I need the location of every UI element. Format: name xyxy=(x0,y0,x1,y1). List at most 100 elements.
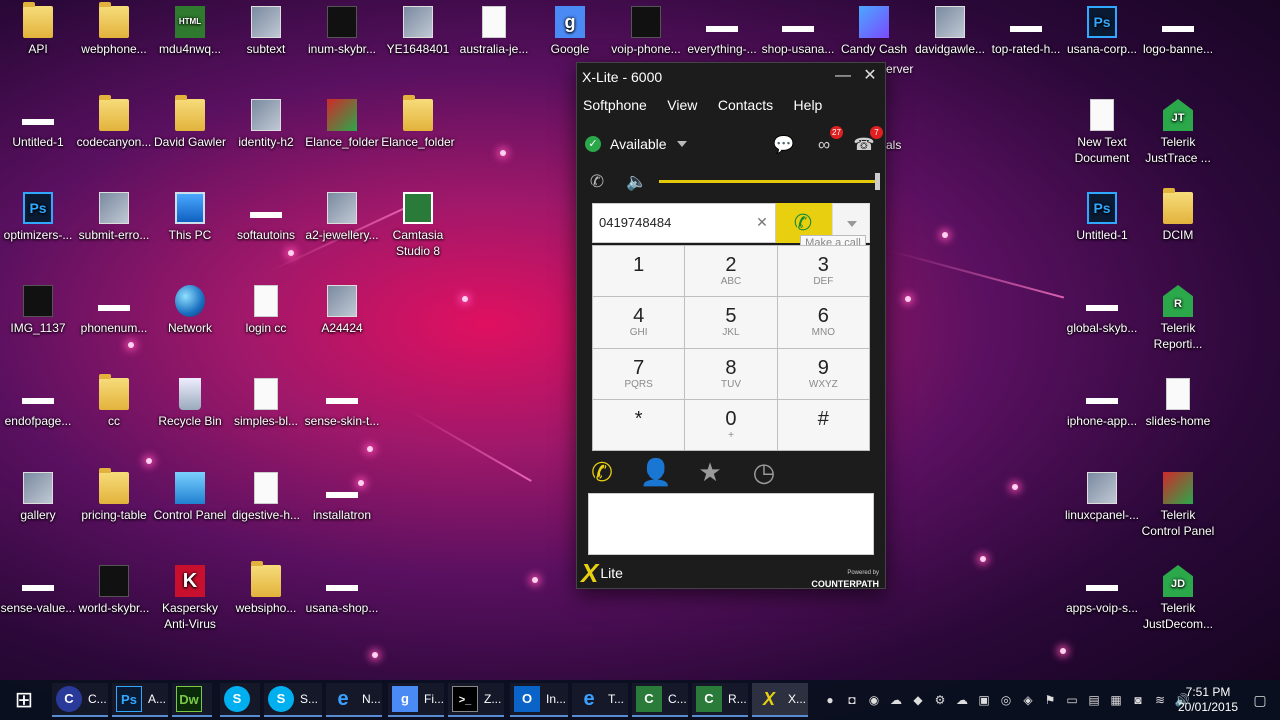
desktop-icon[interactable]: HTML mdu4nwq... xyxy=(152,6,228,57)
taskbar-item[interactable]: >_ Z... xyxy=(448,683,504,717)
desktop-icon[interactable]: logo-banne... xyxy=(1140,6,1216,57)
desktop-icon[interactable]: webphone... xyxy=(76,2,152,57)
presence-selector[interactable]: ✓ Available xyxy=(585,133,687,155)
desktop-icon[interactable]: linuxcpanel-... xyxy=(1064,472,1140,523)
taskbar-item[interactable]: e N... xyxy=(326,683,382,717)
minimize-button[interactable]: — xyxy=(830,65,856,87)
speaker-icon[interactable]: 🔈 xyxy=(625,171,649,193)
desktop-icon[interactable]: New Text Document xyxy=(1064,99,1140,166)
tray-icon[interactable]: ◎ xyxy=(998,692,1014,708)
dialpad-key-hash[interactable]: # xyxy=(777,399,869,450)
wifi-icon[interactable]: ≋ xyxy=(1152,692,1168,708)
tray-icon[interactable]: ⚙ xyxy=(932,692,948,708)
desktop-icon[interactable]: Ps usana-corp... xyxy=(1064,6,1140,57)
tab-history[interactable]: ◷ xyxy=(747,455,781,489)
desktop-icon[interactable]: websipho... xyxy=(228,561,304,616)
start-button[interactable]: ⊞ xyxy=(4,684,44,716)
desktop-icon[interactable]: sense-skin-t... xyxy=(304,378,380,429)
desktop-icon[interactable]: gallery xyxy=(0,472,76,523)
dialpad-key-7[interactable]: 7 PQRS xyxy=(593,348,685,399)
menu-help[interactable]: Help xyxy=(794,97,823,113)
system-clock[interactable]: 7:51 PM 20/01/2015 xyxy=(1178,685,1238,715)
menu-contacts[interactable]: Contacts xyxy=(718,97,773,113)
tray-icon[interactable]: ● xyxy=(822,692,838,708)
desktop-icon[interactable]: Telerik Control Panel xyxy=(1140,472,1216,539)
taskbar-item[interactable]: Ps A... xyxy=(112,683,168,717)
desktop-icon[interactable]: JD Telerik JustDecom... xyxy=(1140,565,1216,632)
tray-icon[interactable]: ☁ xyxy=(888,692,904,708)
desktop-icon[interactable]: cc xyxy=(76,374,152,429)
taskbar-item[interactable]: C C... xyxy=(52,683,108,717)
dialpad-key-8[interactable]: 8 TUV xyxy=(685,348,777,399)
desktop-icon[interactable]: IMG_1137 xyxy=(0,285,76,336)
dialpad-key-1[interactable]: 1 xyxy=(593,246,685,297)
dial-number-input[interactable] xyxy=(592,203,776,243)
desktop-icon[interactable]: a2-jewellery... xyxy=(304,192,380,243)
desktop-icon[interactable]: davidgawle... xyxy=(912,6,988,57)
dialpad-key-2[interactable]: 2 ABC xyxy=(685,246,777,297)
desktop-icon[interactable]: Untitled-1 xyxy=(0,99,76,150)
dialpad-key-9[interactable]: 9 WXYZ xyxy=(777,348,869,399)
menu-softphone[interactable]: Softphone xyxy=(583,97,647,113)
desktop-icon[interactable]: pricing-table xyxy=(76,468,152,523)
taskbar-item[interactable]: S xyxy=(220,683,260,717)
window-titlebar[interactable]: X-Lite - 6000 — ✕ xyxy=(577,63,885,91)
notifications-icon[interactable]: ▢ xyxy=(1248,688,1272,712)
taskbar-item[interactable]: Dw xyxy=(172,683,212,717)
taskbar-item[interactable]: C R... xyxy=(692,683,748,717)
dialpad-key-5[interactable]: 5 JKL xyxy=(685,297,777,348)
tab-phone[interactable]: ✆ xyxy=(585,455,619,489)
taskbar-item[interactable]: g Fi... xyxy=(388,683,444,717)
desktop-icon[interactable]: everything-... xyxy=(684,6,760,57)
tray-icon[interactable]: ◙ xyxy=(1130,692,1146,708)
taskbar-item[interactable]: X X... xyxy=(752,683,808,717)
desktop-icon[interactable]: Control Panel xyxy=(152,472,228,523)
dialpad-key-0[interactable]: 0 + xyxy=(685,399,777,450)
desktop-icon[interactable]: Candy Cash xyxy=(836,6,912,57)
missed-call-icon[interactable]: ☎ 7 xyxy=(853,126,883,155)
taskbar-item[interactable]: e T... xyxy=(572,683,628,717)
taskbar-item[interactable]: C C... xyxy=(632,683,688,717)
desktop-icon[interactable]: David Gawler xyxy=(152,95,228,150)
desktop-icon[interactable]: softautoins xyxy=(228,192,304,243)
desktop-icon[interactable]: g Google xyxy=(532,6,608,57)
desktop-icon[interactable]: phonenum... xyxy=(76,285,152,336)
desktop-icon[interactable]: DCIM xyxy=(1140,188,1216,243)
tab-contacts[interactable]: 👤 xyxy=(639,455,673,489)
dialpad-key-4[interactable]: 4 GHI xyxy=(593,297,685,348)
dialpad-key-3[interactable]: 3 DEF xyxy=(777,246,869,297)
close-button[interactable]: ✕ xyxy=(857,65,883,87)
dialpad-key-star[interactable]: * xyxy=(593,399,685,450)
chat-icon[interactable]: 💬 xyxy=(773,135,795,155)
desktop-icon[interactable]: sense-value... xyxy=(0,565,76,616)
phone-audio-icon[interactable]: ✆ xyxy=(585,171,609,193)
desktop-icon[interactable]: Elance_folder xyxy=(304,99,380,150)
desktop-icon[interactable]: inum-skybr... xyxy=(304,6,380,57)
desktop-icon[interactable]: voip-phone... xyxy=(608,6,684,57)
taskbar-item[interactable]: O In... xyxy=(510,683,568,717)
desktop-icon[interactable]: Recycle Bin xyxy=(152,378,228,429)
desktop-icon[interactable]: Network xyxy=(152,285,228,336)
desktop-icon[interactable]: API xyxy=(0,2,76,57)
tray-icon[interactable]: ◈ xyxy=(1020,692,1036,708)
tray-icon[interactable]: ▤ xyxy=(1086,692,1102,708)
desktop-icon[interactable]: global-skyb... xyxy=(1064,285,1140,336)
volume-slider-thumb[interactable] xyxy=(875,173,880,190)
desktop-icon[interactable]: usana-shop... xyxy=(304,565,380,616)
desktop-icon[interactable]: codecanyon... xyxy=(76,95,152,150)
dialpad-key-6[interactable]: 6 MNO xyxy=(777,297,869,348)
desktop-icon[interactable]: digestive-h... xyxy=(228,472,304,523)
tray-icon[interactable]: ◆ xyxy=(910,692,926,708)
desktop-icon[interactable]: slides-home xyxy=(1140,378,1216,429)
tray-icon[interactable]: ◘ xyxy=(844,692,860,708)
desktop-icon[interactable]: Ps Untitled-1 xyxy=(1064,192,1140,243)
desktop-icon[interactable]: world-skybr... xyxy=(76,565,152,616)
desktop-icon[interactable]: submit-erro... xyxy=(76,192,152,243)
desktop-icon[interactable]: apps-voip-s... xyxy=(1064,565,1140,616)
desktop-icon[interactable]: subtext xyxy=(228,6,304,57)
desktop-icon[interactable]: K Kaspersky Anti-Virus xyxy=(152,565,228,632)
tray-icon[interactable]: ▦ xyxy=(1108,692,1124,708)
volume-slider-track[interactable] xyxy=(659,180,877,183)
desktop-icon[interactable]: Camtasia Studio 8 xyxy=(380,192,456,259)
desktop-icon[interactable]: This PC xyxy=(152,192,228,243)
